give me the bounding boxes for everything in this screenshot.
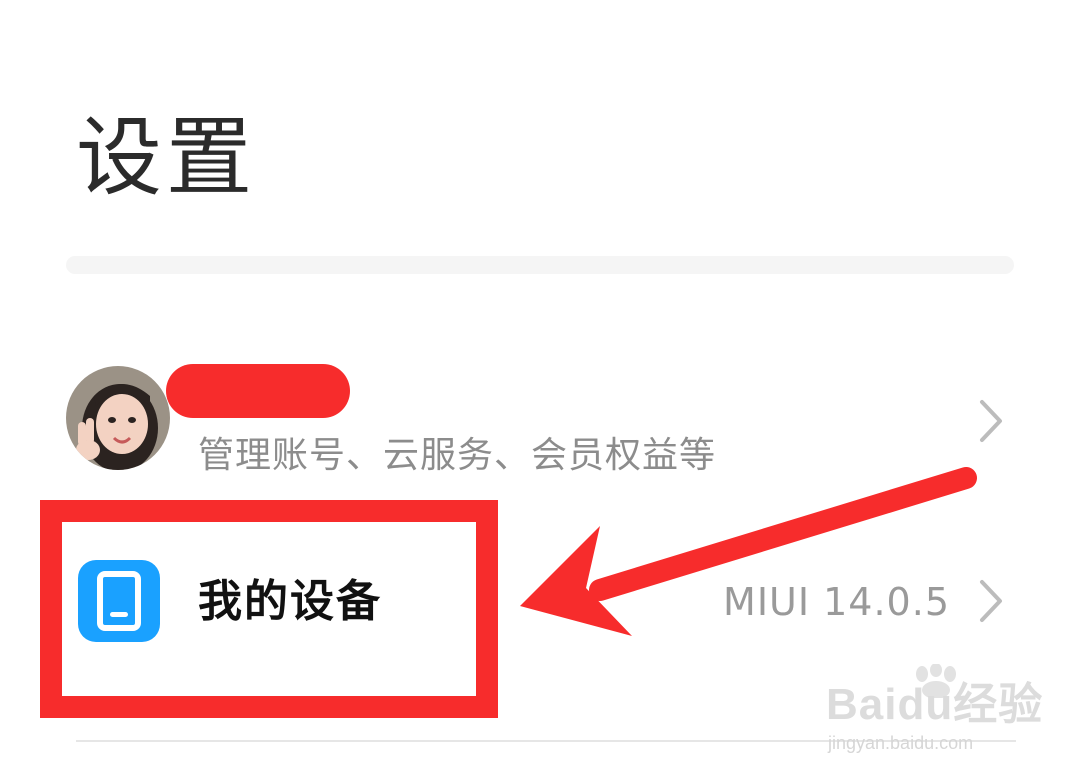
watermark-url: jingyan.baidu.com xyxy=(828,733,974,753)
avatar xyxy=(66,366,170,470)
page-title: 设置 xyxy=(76,108,256,208)
account-name-redaction xyxy=(166,364,350,418)
highlight-box xyxy=(40,500,498,718)
chevron-right-icon xyxy=(980,400,1002,442)
watermark-brand: Baidu经验 xyxy=(826,680,1044,729)
account-subtitle: 管理账号、云服务、会员权益等 xyxy=(198,435,717,476)
chevron-right-icon xyxy=(980,580,1002,622)
miui-version: MIUI 14.0.5 xyxy=(723,580,950,624)
watermark: Baidu经验 jingyan.baidu.com xyxy=(826,664,1042,764)
account-row[interactable]: 管理账号、云服务、会员权益等 xyxy=(0,340,1080,500)
search-bar[interactable] xyxy=(66,256,1014,274)
